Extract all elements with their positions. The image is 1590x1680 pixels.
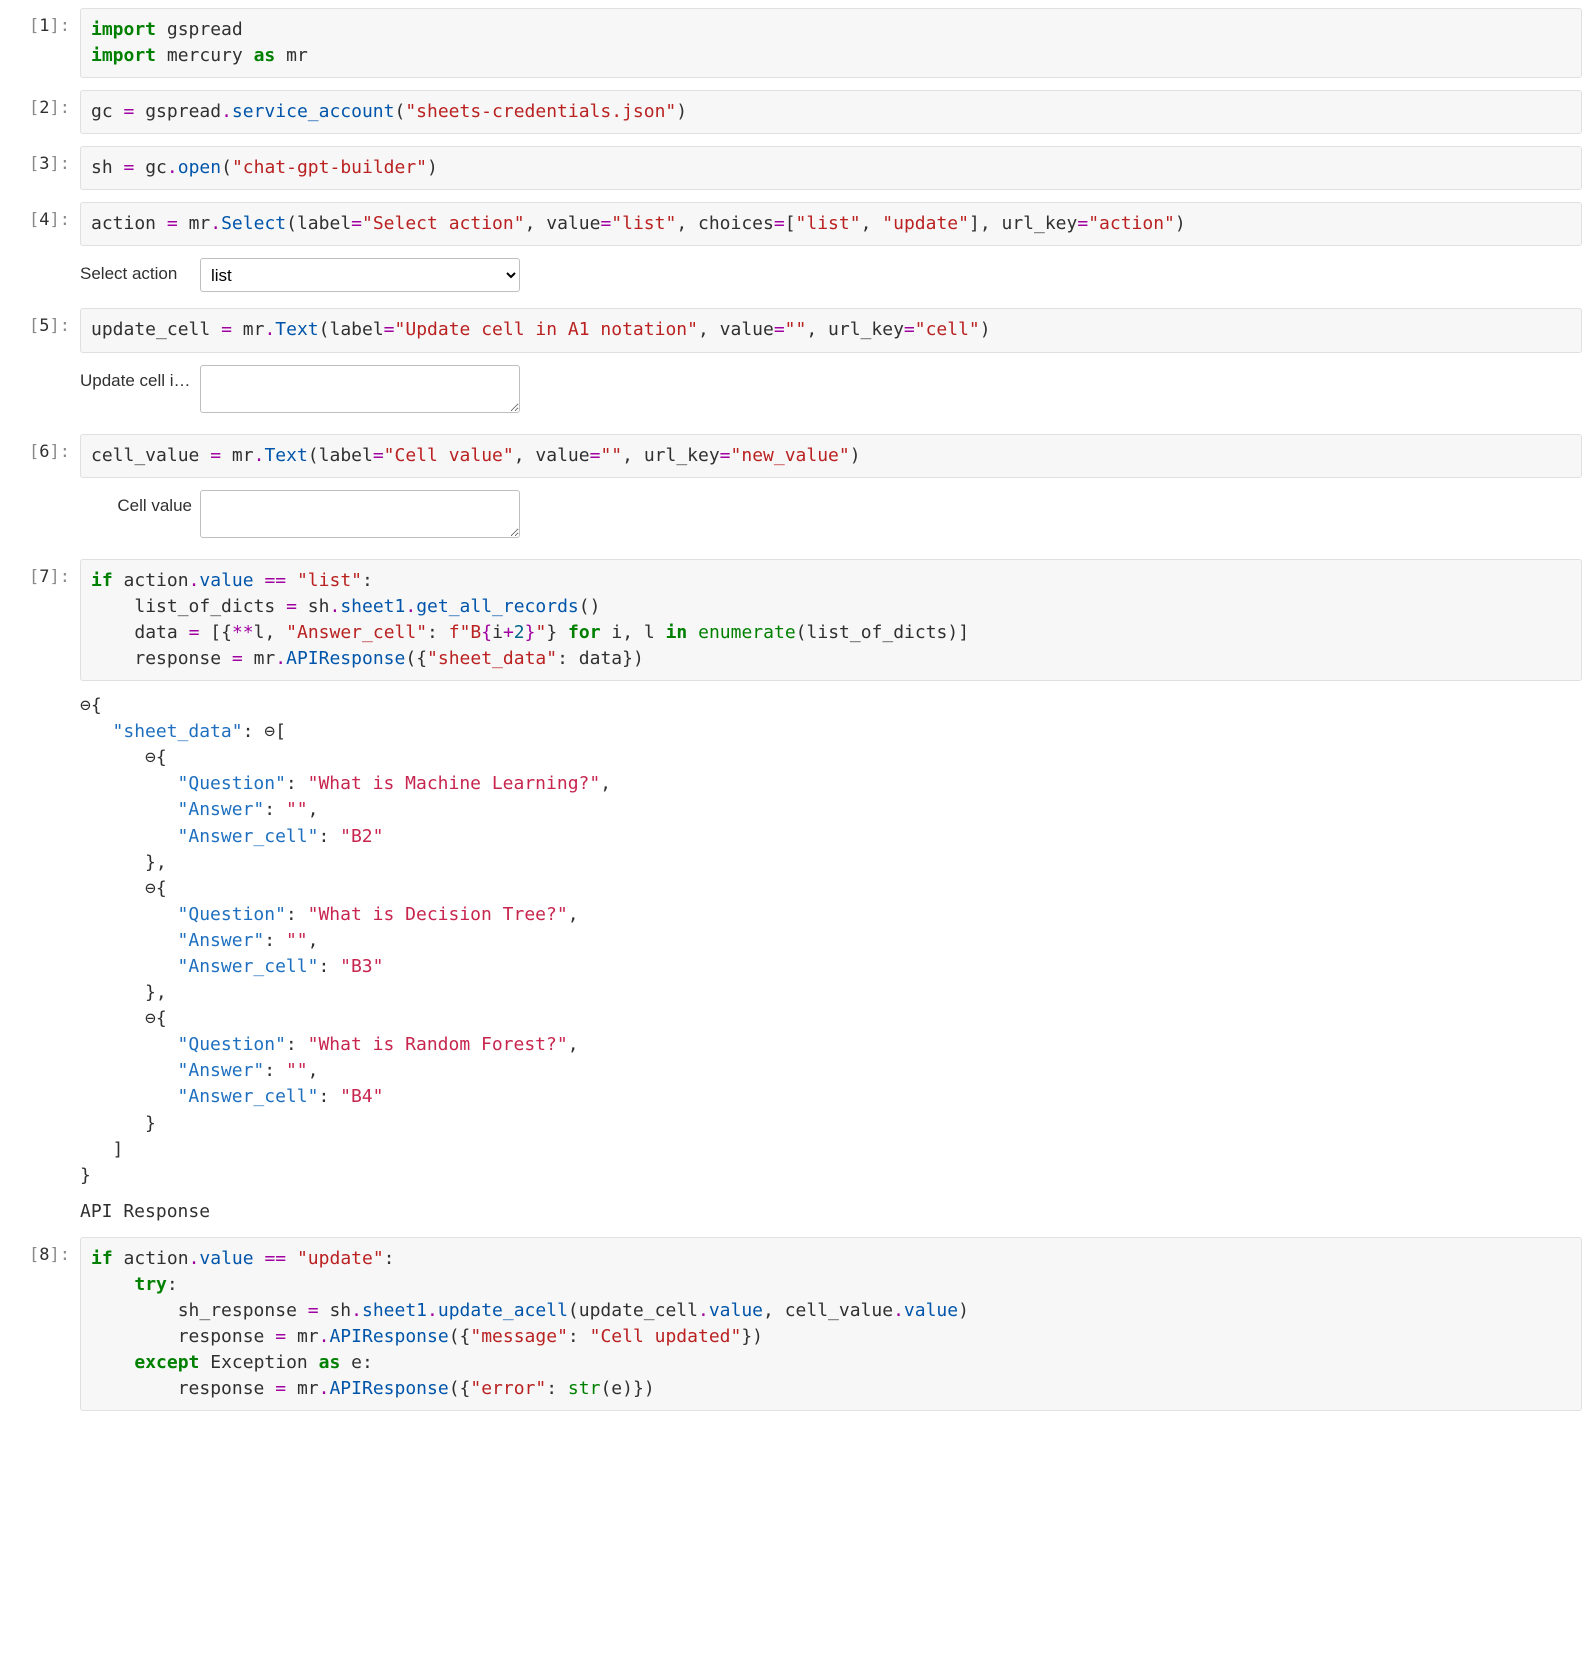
collapse-toggle-icon[interactable]: ⊖ <box>145 876 156 902</box>
notebook-cell-4: [4]: action = mr.Select(label="Select ac… <box>8 202 1582 246</box>
notebook-cell-5: [5]: update_cell = mr.Text(label="Update… <box>8 308 1582 352</box>
widget-update-cell: Update cell i… <box>80 365 1582 418</box>
cell-7-output: ⊖{ "sheet_data": ⊖[ ⊖{ "Question": "What… <box>80 693 1582 1225</box>
cell-prompt: [1]: <box>8 8 80 78</box>
code-input[interactable]: action = mr.Select(label="Select action"… <box>80 202 1582 246</box>
notebook-cell-6: [6]: cell_value = mr.Text(label="Cell va… <box>8 434 1582 478</box>
widget-label: Update cell i… <box>80 365 200 391</box>
update-cell-textarea[interactable] <box>200 365 520 413</box>
collapse-toggle-icon[interactable]: ⊖ <box>145 1006 156 1032</box>
notebook-cell-7: [7]: if action.value == "list": list_of_… <box>8 559 1582 681</box>
collapse-toggle-icon[interactable]: ⊖ <box>145 745 156 771</box>
code-input[interactable]: import gspread import mercury as mr <box>80 8 1582 78</box>
code-input[interactable]: gc = gspread.service_account("sheets-cre… <box>80 90 1582 134</box>
api-response-label: API Response <box>80 1199 1582 1225</box>
cell-prompt: [4]: <box>8 202 80 246</box>
widget-cell-value: Cell value <box>80 490 1582 543</box>
cell-prompt: [2]: <box>8 90 80 134</box>
select-action-dropdown[interactable]: list update <box>200 258 520 292</box>
notebook-cell-3: [3]: sh = gc.open("chat-gpt-builder") <box>8 146 1582 190</box>
cell-prompt: [8]: <box>8 1237 80 1412</box>
cell-value-textarea[interactable] <box>200 490 520 538</box>
collapse-toggle-icon[interactable]: ⊖ <box>80 693 91 719</box>
notebook-cell-8: [8]: if action.value == "update": try: s… <box>8 1237 1582 1412</box>
cell-prompt: [7]: <box>8 559 80 681</box>
notebook-cell-1: [1]: import gspread import mercury as mr <box>8 8 1582 78</box>
cell-prompt: [3]: <box>8 146 80 190</box>
code-input[interactable]: update_cell = mr.Text(label="Update cell… <box>80 308 1582 352</box>
cell-prompt: [5]: <box>8 308 80 352</box>
code-input[interactable]: cell_value = mr.Text(label="Cell value",… <box>80 434 1582 478</box>
cell-prompt: [6]: <box>8 434 80 478</box>
widget-label: Select action <box>80 258 200 284</box>
code-input[interactable]: sh = gc.open("chat-gpt-builder") <box>80 146 1582 190</box>
code-input[interactable]: if action.value == "list": list_of_dicts… <box>80 559 1582 681</box>
json-tree[interactable]: ⊖{ "sheet_data": ⊖[ ⊖{ "Question": "What… <box>80 693 1582 1189</box>
widget-select-action: Select action list update <box>80 258 1582 292</box>
notebook-cell-2: [2]: gc = gspread.service_account("sheet… <box>8 90 1582 134</box>
code-input[interactable]: if action.value == "update": try: sh_res… <box>80 1237 1582 1412</box>
widget-label: Cell value <box>80 490 200 516</box>
collapse-toggle-icon[interactable]: ⊖ <box>264 719 275 745</box>
